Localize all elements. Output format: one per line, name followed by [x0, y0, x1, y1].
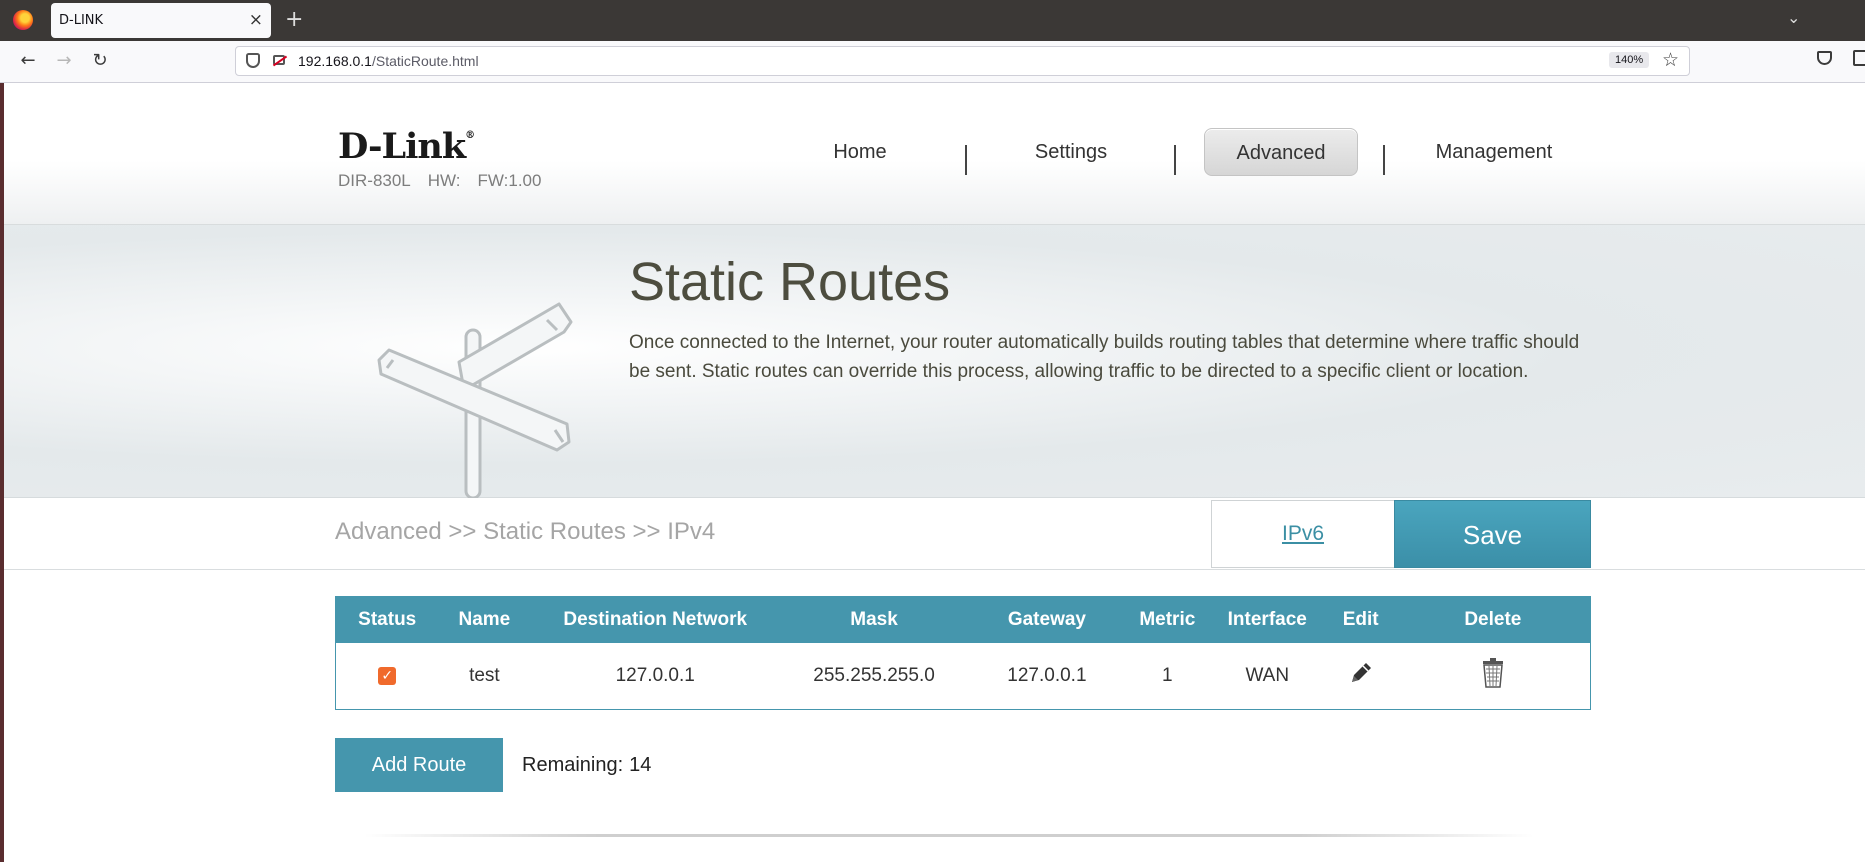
- pencil-icon[interactable]: [1348, 660, 1374, 686]
- breadcrumb: Advanced >> Static Routes >> IPv4: [335, 518, 716, 545]
- remaining-label: Remaining:: [522, 754, 624, 776]
- url-path: /StaticRoute.html: [371, 53, 479, 69]
- new-tab-button[interactable]: +: [285, 9, 303, 31]
- route-destination: 127.0.0.1: [615, 665, 695, 686]
- add-route-button[interactable]: Add Route: [335, 738, 503, 792]
- navigation-toolbar: ← → ↻ 192.168.0.1/StaticRoute.html 140% …: [0, 41, 1865, 83]
- reload-icon[interactable]: ↻: [88, 49, 112, 73]
- url-host: 192.168.0.1: [298, 53, 372, 69]
- delete-cell: [1396, 643, 1591, 710]
- ipv6-tab[interactable]: IPv6: [1211, 500, 1395, 568]
- nav-home[interactable]: Home: [790, 128, 930, 176]
- status-checkbox[interactable]: ✓: [378, 666, 397, 685]
- col-delete: Delete: [1395, 596, 1591, 643]
- route-interface: WAN: [1245, 665, 1290, 686]
- nav-management[interactable]: Management: [1414, 128, 1574, 176]
- bookmark-star-icon[interactable]: ☆: [1662, 49, 1679, 71]
- route-metric: 1: [1162, 665, 1173, 686]
- static-routes-table: Status Name Destination Network Mask Gat…: [335, 596, 1591, 710]
- browser-tab[interactable]: D-LINK ×: [51, 3, 271, 38]
- trash-icon[interactable]: [1480, 658, 1506, 688]
- nav-separator: [965, 145, 967, 175]
- device-info: DIR-830L HW: FW:1.00: [338, 171, 558, 191]
- remaining-count: 14: [629, 754, 652, 776]
- nav-advanced[interactable]: Advanced: [1204, 128, 1358, 176]
- col-name: Name: [438, 596, 531, 643]
- url-bar[interactable]: 192.168.0.1/StaticRoute.html 140% ☆: [235, 46, 1690, 76]
- col-status: Status: [335, 596, 439, 643]
- col-metric: Metric: [1125, 596, 1209, 643]
- page-title: Static Routes: [629, 252, 951, 312]
- route-gateway: 127.0.0.1: [1007, 665, 1087, 686]
- col-destination: Destination Network: [530, 596, 781, 643]
- col-gateway: Gateway: [967, 596, 1126, 643]
- table-row: ✓ test 127.0.0.1 255.255.255.0 127.0.0.1…: [336, 643, 1591, 710]
- col-edit: Edit: [1325, 596, 1396, 643]
- forward-arrow-icon[interactable]: →: [52, 49, 76, 73]
- ipv6-link[interactable]: IPv6: [1282, 522, 1324, 545]
- status-cell: ✓: [336, 643, 439, 710]
- firmware-version: FW:1.00: [477, 171, 542, 190]
- pocket-icon[interactable]: [1817, 51, 1832, 65]
- page-header: D-Link® DIR-830L HW: FW:1.00 Home Settings…: [4, 83, 1865, 225]
- nav-separator: [1174, 145, 1176, 175]
- zoom-level-badge[interactable]: 140%: [1609, 52, 1650, 68]
- col-mask: Mask: [780, 596, 968, 643]
- route-mask: 255.255.255.0: [813, 665, 935, 686]
- nav-separator: [1383, 145, 1385, 175]
- remaining-routes: Remaining: 14: [522, 754, 651, 777]
- url-text[interactable]: 192.168.0.1/StaticRoute.html: [298, 53, 479, 69]
- tab-close-icon[interactable]: ×: [249, 10, 263, 30]
- footer-divider: [364, 834, 1534, 837]
- logo-text: D-Link: [338, 126, 466, 167]
- router-page: D-Link® DIR-830L HW: FW:1.00 Home Settings…: [0, 83, 1865, 862]
- nav-settings[interactable]: Settings: [1000, 128, 1142, 176]
- table-header-row: Status Name Destination Network Mask Gat…: [335, 596, 1591, 643]
- tab-title: D-LINK: [59, 13, 104, 28]
- edit-cell: [1326, 643, 1396, 710]
- model-name: DIR-830L: [338, 171, 411, 190]
- list-tabs-chevron-icon[interactable]: ⌄: [1787, 8, 1800, 27]
- dlink-logo: D-Link®: [338, 126, 475, 167]
- registered-mark: ®: [465, 130, 475, 141]
- page-description: Once connected to the Internet, your rou…: [629, 332, 1580, 382]
- browser-tab-bar: D-LINK × + ⌄: [0, 0, 1865, 41]
- firefox-logo-icon[interactable]: [13, 10, 33, 30]
- route-name: test: [469, 665, 500, 686]
- extensions-icon[interactable]: [1853, 50, 1865, 66]
- back-arrow-icon[interactable]: ←: [16, 49, 40, 73]
- hero-banner: Static Routes Once connected to the Inte…: [4, 225, 1865, 500]
- insecure-lock-icon[interactable]: [273, 55, 285, 65]
- sub-toolbar: Advanced >> Static Routes >> IPv4 IPv6 S…: [4, 498, 1865, 570]
- col-interface: Interface: [1208, 596, 1326, 643]
- signpost-icon: [377, 302, 573, 500]
- save-button[interactable]: Save: [1394, 500, 1591, 568]
- hardware-version: HW:: [427, 171, 461, 190]
- tracking-shield-icon[interactable]: [246, 53, 260, 68]
